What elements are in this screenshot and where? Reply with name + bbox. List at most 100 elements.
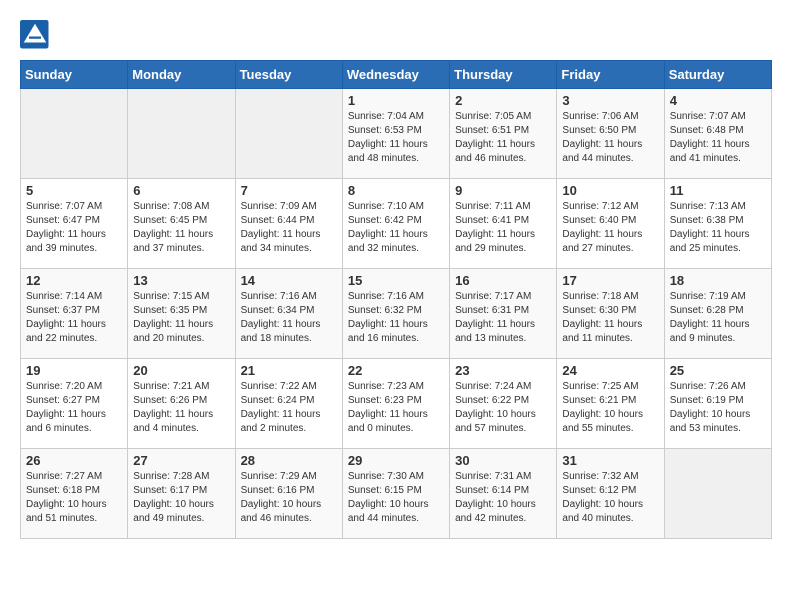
calendar-cell: 1Sunrise: 7:04 AM Sunset: 6:53 PM Daylig… — [342, 89, 449, 179]
calendar-cell: 4Sunrise: 7:07 AM Sunset: 6:48 PM Daylig… — [664, 89, 771, 179]
calendar-cell — [235, 89, 342, 179]
day-number: 13 — [133, 273, 229, 288]
day-info: Sunrise: 7:13 AM Sunset: 6:38 PM Dayligh… — [670, 200, 766, 256]
day-number: 12 — [26, 273, 122, 288]
calendar-cell: 31 Sunrise: 7:32 AM Sunset: 6:12 PM Dayli… — [557, 449, 664, 539]
day-info: Sunrise: 7:27 AM Sunset: 6:18 PM Dayligh… — [26, 470, 122, 526]
day-number: 11 — [670, 183, 766, 198]
day-info: Sunrise: 7:24 AM Sunset: 6:22 PM Dayligh… — [455, 380, 551, 436]
day-number: 25 — [670, 363, 766, 378]
day-number: 1 — [348, 93, 444, 108]
day-info: Sunrise: 7:11 AM Sunset: 6:41 PM Dayligh… — [455, 200, 551, 256]
calendar-cell: 27 Sunrise: 7:28 AM Sunset: 6:17 PM Dayli… — [128, 449, 235, 539]
calendar-table: SundayMondayTuesdayWednesdayThursdayFrid… — [20, 60, 772, 539]
day-info: Sunrise: 7:20 AM Sunset: 6:27 PM Dayligh… — [26, 380, 122, 436]
day-number: 19 — [26, 363, 122, 378]
calendar-cell: 16 Sunrise: 7:17 AM Sunset: 6:31 PM Dayli… — [450, 269, 557, 359]
day-number: 29 — [348, 453, 444, 468]
day-number: 7 — [241, 183, 337, 198]
calendar-cell: 24Sunrise: 7:25 AM Sunset: 6:21 PM Dayli… — [557, 359, 664, 449]
calendar-cell: 11 Sunrise: 7:13 AM Sunset: 6:38 PM Dayli… — [664, 179, 771, 269]
day-info: Sunrise: 7:15 AM Sunset: 6:35 PM Dayligh… — [133, 290, 229, 346]
day-number: 10 — [562, 183, 658, 198]
main-container: SundayMondayTuesdayWednesdayThursdayFrid… — [0, 0, 792, 549]
day-info: Sunrise: 7:14 AM Sunset: 6:37 PM Dayligh… — [26, 290, 122, 346]
calendar-cell: 12 Sunrise: 7:14 AM Sunset: 6:37 PM Dayli… — [21, 269, 128, 359]
day-info: Sunrise: 7:28 AM Sunset: 6:17 PM Dayligh… — [133, 470, 229, 526]
calendar-header-friday: Friday — [557, 61, 664, 89]
calendar-cell: 25 Sunrise: 7:26 AM Sunset: 6:19 PM Dayli… — [664, 359, 771, 449]
calendar-cell — [664, 449, 771, 539]
calendar-cell: 15 Sunrise: 7:16 AM Sunset: 6:32 PM Dayli… — [342, 269, 449, 359]
day-info: Sunrise: 7:05 AM Sunset: 6:51 PM Dayligh… — [455, 110, 551, 166]
calendar-cell: 5 Sunrise: 7:07 AM Sunset: 6:47 PM Daylig… — [21, 179, 128, 269]
day-info: Sunrise: 7:21 AM Sunset: 6:26 PM Dayligh… — [133, 380, 229, 436]
day-number: 18 — [670, 273, 766, 288]
calendar-cell: 28 Sunrise: 7:29 AM Sunset: 6:16 PM Dayli… — [235, 449, 342, 539]
day-info: Sunrise: 7:25 AM Sunset: 6:21 PM Dayligh… — [562, 380, 658, 436]
calendar-week-3: 12 Sunrise: 7:14 AM Sunset: 6:37 PM Dayli… — [21, 269, 772, 359]
day-number: 2 — [455, 93, 551, 108]
day-number: 16 — [455, 273, 551, 288]
calendar-cell: 8 Sunrise: 7:10 AM Sunset: 6:42 PM Daylig… — [342, 179, 449, 269]
day-info: Sunrise: 7:06 AM Sunset: 6:50 PM Dayligh… — [562, 110, 658, 166]
calendar-week-2: 5 Sunrise: 7:07 AM Sunset: 6:47 PM Daylig… — [21, 179, 772, 269]
day-info: Sunrise: 7:16 AM Sunset: 6:34 PM Dayligh… — [241, 290, 337, 346]
day-number: 6 — [133, 183, 229, 198]
day-info: Sunrise: 7:29 AM Sunset: 6:16 PM Dayligh… — [241, 470, 337, 526]
calendar-cell: 3Sunrise: 7:06 AM Sunset: 6:50 PM Daylig… — [557, 89, 664, 179]
calendar-header-monday: Monday — [128, 61, 235, 89]
day-number: 21 — [241, 363, 337, 378]
calendar-week-4: 19 Sunrise: 7:20 AM Sunset: 6:27 PM Dayli… — [21, 359, 772, 449]
calendar-header-sunday: Sunday — [21, 61, 128, 89]
day-number: 26 — [26, 453, 122, 468]
day-info: Sunrise: 7:19 AM Sunset: 6:28 PM Dayligh… — [670, 290, 766, 346]
day-info: Sunrise: 7:16 AM Sunset: 6:32 PM Dayligh… — [348, 290, 444, 346]
calendar-cell: 19 Sunrise: 7:20 AM Sunset: 6:27 PM Dayli… — [21, 359, 128, 449]
calendar-cell: 23 Sunrise: 7:24 AM Sunset: 6:22 PM Dayli… — [450, 359, 557, 449]
calendar-cell — [21, 89, 128, 179]
calendar-cell: 17Sunrise: 7:18 AM Sunset: 6:30 PM Dayli… — [557, 269, 664, 359]
header — [20, 20, 772, 50]
calendar-cell: 26 Sunrise: 7:27 AM Sunset: 6:18 PM Dayli… — [21, 449, 128, 539]
day-info: Sunrise: 7:07 AM Sunset: 6:47 PM Dayligh… — [26, 200, 122, 256]
day-info: Sunrise: 7:07 AM Sunset: 6:48 PM Dayligh… — [670, 110, 766, 166]
calendar-cell: 13 Sunrise: 7:15 AM Sunset: 6:35 PM Dayli… — [128, 269, 235, 359]
day-number: 9 — [455, 183, 551, 198]
day-info: Sunrise: 7:22 AM Sunset: 6:24 PM Dayligh… — [241, 380, 337, 436]
calendar-header-wednesday: Wednesday — [342, 61, 449, 89]
day-number: 23 — [455, 363, 551, 378]
calendar-cell: 29Sunrise: 7:30 AM Sunset: 6:15 PM Dayli… — [342, 449, 449, 539]
calendar-cell: 20Sunrise: 7:21 AM Sunset: 6:26 PM Dayli… — [128, 359, 235, 449]
day-info: Sunrise: 7:10 AM Sunset: 6:42 PM Dayligh… — [348, 200, 444, 256]
day-number: 8 — [348, 183, 444, 198]
day-info: Sunrise: 7:09 AM Sunset: 6:44 PM Dayligh… — [241, 200, 337, 256]
day-number: 5 — [26, 183, 122, 198]
day-number: 14 — [241, 273, 337, 288]
day-number: 28 — [241, 453, 337, 468]
calendar-cell: 18 Sunrise: 7:19 AM Sunset: 6:28 PM Dayli… — [664, 269, 771, 359]
calendar-week-5: 26 Sunrise: 7:27 AM Sunset: 6:18 PM Dayli… — [21, 449, 772, 539]
calendar-cell: 14 Sunrise: 7:16 AM Sunset: 6:34 PM Dayli… — [235, 269, 342, 359]
day-info: Sunrise: 7:12 AM Sunset: 6:40 PM Dayligh… — [562, 200, 658, 256]
day-info: Sunrise: 7:17 AM Sunset: 6:31 PM Dayligh… — [455, 290, 551, 346]
day-number: 22 — [348, 363, 444, 378]
day-info: Sunrise: 7:26 AM Sunset: 6:19 PM Dayligh… — [670, 380, 766, 436]
calendar-cell: 21 Sunrise: 7:22 AM Sunset: 6:24 PM Dayli… — [235, 359, 342, 449]
calendar-cell: 2 Sunrise: 7:05 AM Sunset: 6:51 PM Daylig… — [450, 89, 557, 179]
calendar-cell: 7 Sunrise: 7:09 AM Sunset: 6:44 PM Daylig… — [235, 179, 342, 269]
calendar-header-tuesday: Tuesday — [235, 61, 342, 89]
day-info: Sunrise: 7:23 AM Sunset: 6:23 PM Dayligh… — [348, 380, 444, 436]
calendar-header-thursday: Thursday — [450, 61, 557, 89]
day-info: Sunrise: 7:32 AM Sunset: 6:12 PM Dayligh… — [562, 470, 658, 526]
calendar-cell: 6 Sunrise: 7:08 AM Sunset: 6:45 PM Daylig… — [128, 179, 235, 269]
calendar-week-1: 1Sunrise: 7:04 AM Sunset: 6:53 PM Daylig… — [21, 89, 772, 179]
logo-icon — [20, 20, 50, 50]
day-number: 27 — [133, 453, 229, 468]
calendar-cell: 30Sunrise: 7:31 AM Sunset: 6:14 PM Dayli… — [450, 449, 557, 539]
day-info: Sunrise: 7:08 AM Sunset: 6:45 PM Dayligh… — [133, 200, 229, 256]
day-number: 15 — [348, 273, 444, 288]
day-number: 31 — [562, 453, 658, 468]
calendar-header-saturday: Saturday — [664, 61, 771, 89]
day-info: Sunrise: 7:31 AM Sunset: 6:14 PM Dayligh… — [455, 470, 551, 526]
